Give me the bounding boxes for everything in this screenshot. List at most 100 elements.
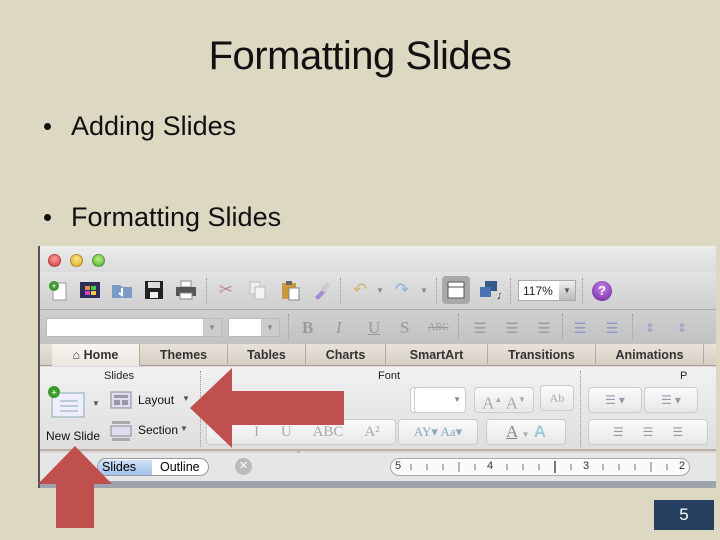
layout-button[interactable]: Layout ▼ bbox=[110, 391, 190, 412]
slide-title: Formatting Slides bbox=[208, 34, 512, 78]
undo-dropdown-icon[interactable]: ▼ bbox=[368, 278, 392, 302]
toolbar-divider bbox=[206, 278, 207, 304]
underline-button[interactable]: U bbox=[368, 318, 380, 338]
toolbar-divider bbox=[288, 314, 289, 340]
numbering-icon[interactable]: ☰ bbox=[600, 316, 624, 340]
redo-dropdown-icon[interactable]: ▼ bbox=[412, 278, 436, 302]
bullet-item: Adding Slides bbox=[44, 111, 236, 142]
layout-icon bbox=[110, 391, 132, 409]
paragraph-align-buttons[interactable]: ☰ ☰ ☰ bbox=[588, 419, 708, 445]
toolbar-divider bbox=[562, 314, 563, 340]
close-pane-icon[interactable]: ✕ bbox=[235, 458, 252, 475]
chevron-down-icon: ▼ bbox=[453, 395, 461, 404]
zoom-select[interactable]: 117% ▼ bbox=[518, 280, 576, 301]
bullet-dot-icon bbox=[44, 123, 51, 130]
tab-home[interactable]: ⌂ Home bbox=[52, 344, 140, 366]
font-color-icon: A bbox=[505, 422, 518, 441]
toolbar-divider bbox=[632, 314, 633, 340]
new-slide-label: New Slide bbox=[46, 429, 101, 443]
print-icon[interactable] bbox=[174, 278, 198, 302]
chevron-down-icon[interactable]: ▼ bbox=[92, 399, 100, 408]
media-browser-icon[interactable]: ♫ bbox=[478, 278, 502, 302]
grow-shrink-font-buttons[interactable]: A▲ A▼ bbox=[474, 387, 534, 413]
outline-pane-tab[interactable]: Outline bbox=[160, 460, 200, 474]
open-folder-icon[interactable] bbox=[110, 278, 134, 302]
normal-view-icon[interactable] bbox=[442, 276, 470, 304]
ruler-ticks bbox=[410, 461, 668, 473]
font-color-button[interactable]: A ▼ A bbox=[486, 419, 566, 445]
font-style-dropdown[interactable]: ▼ bbox=[414, 387, 466, 413]
chevron-down-icon: ▼ bbox=[180, 424, 188, 433]
paragraph-group-label: P bbox=[680, 370, 688, 382]
home-icon: ⌂ bbox=[72, 348, 81, 362]
chevron-down-icon: ▼ bbox=[182, 394, 190, 403]
format-painter-icon[interactable] bbox=[310, 278, 334, 302]
new-slide-icon: + bbox=[48, 386, 85, 418]
up-arrow-annotation bbox=[38, 446, 112, 528]
gallery-icon[interactable] bbox=[78, 278, 102, 302]
character-spacing-button[interactable]: AY▾ Aa▾ bbox=[398, 419, 478, 445]
tab-transitions[interactable]: Transitions bbox=[488, 344, 596, 366]
numbering-dropdown[interactable]: ☰ ▾ bbox=[644, 387, 698, 413]
slide-number: 5 bbox=[654, 500, 714, 530]
toolbar-divider bbox=[510, 278, 511, 304]
tab-themes[interactable]: Themes bbox=[140, 344, 228, 366]
group-divider bbox=[580, 371, 581, 447]
zoom-window-icon[interactable] bbox=[92, 254, 105, 267]
paste-icon[interactable] bbox=[278, 278, 302, 302]
font-name-input[interactable]: ▼ bbox=[46, 318, 222, 337]
chevron-down-icon[interactable]: ▼ bbox=[261, 319, 279, 336]
toolbar-divider bbox=[582, 278, 583, 304]
new-presentation-icon[interactable]: + bbox=[46, 278, 70, 302]
svg-text:+: + bbox=[51, 388, 57, 399]
chevron-down-icon[interactable]: ▼ bbox=[203, 319, 221, 336]
formatting-toolbar: ▼ ▼ B I U S ABC ☰ ☰ ☰ ☰ ☰ ⇕ ⇕ bbox=[40, 310, 716, 344]
align-right-icon[interactable]: ☰ bbox=[532, 316, 556, 340]
shadow-button[interactable]: S bbox=[400, 318, 409, 338]
ribbon-tabs: ⌂ Home Themes Tables Charts SmartArt Tra… bbox=[40, 344, 716, 366]
bullets-icon[interactable]: ☰ bbox=[568, 316, 592, 340]
section-button[interactable]: Section ▼ bbox=[110, 421, 188, 444]
horizontal-ruler[interactable]: 5 4 3 2 bbox=[390, 458, 690, 476]
align-left-icon[interactable]: ☰ bbox=[468, 316, 492, 340]
font-group-label: Font bbox=[378, 370, 401, 382]
bullet-dot-icon bbox=[44, 214, 51, 221]
redo-icon[interactable]: ↷ bbox=[390, 278, 414, 302]
tab-smartart[interactable]: SmartArt bbox=[386, 344, 488, 366]
chevron-down-icon[interactable]: ▼ bbox=[559, 281, 575, 300]
clear-formatting-button[interactable]: Ab bbox=[540, 385, 574, 411]
bullets-dropdown[interactable]: ☰ ▾ bbox=[588, 387, 642, 413]
bold-button[interactable]: B bbox=[302, 318, 313, 338]
tab-animations[interactable]: Animations bbox=[596, 344, 704, 366]
copy-icon[interactable] bbox=[246, 278, 270, 302]
standard-toolbar: + ✂ ↶ ▼ ↷ ▼ ♫ bbox=[40, 272, 716, 310]
toolbar-divider bbox=[458, 314, 459, 340]
tab-tables[interactable]: Tables bbox=[228, 344, 306, 366]
italic-button[interactable]: I bbox=[336, 318, 342, 338]
font-size-input[interactable]: ▼ bbox=[228, 318, 280, 337]
section-label: Section bbox=[138, 423, 179, 437]
tab-charts[interactable]: Charts bbox=[306, 344, 386, 366]
new-slide-button[interactable]: + ▼ New Slide bbox=[46, 385, 104, 447]
left-arrow-annotation bbox=[190, 368, 344, 448]
section-icon bbox=[110, 421, 132, 441]
increase-spacing-icon[interactable]: ⇕ bbox=[638, 316, 662, 340]
layout-label: Layout bbox=[138, 393, 175, 407]
help-icon[interactable]: ? bbox=[592, 281, 612, 301]
powerpoint-screenshot: + ✂ ↶ ▼ ↷ ▼ ♫ bbox=[38, 246, 716, 488]
align-center-icon[interactable]: ☰ bbox=[500, 316, 524, 340]
bullet-text: Adding Slides bbox=[71, 111, 237, 141]
decrease-spacing-icon[interactable]: ⇕ bbox=[670, 316, 694, 340]
minimize-window-icon[interactable] bbox=[70, 254, 83, 267]
strikethrough-button[interactable]: ABC bbox=[428, 322, 449, 333]
cut-icon[interactable]: ✂ bbox=[214, 278, 238, 302]
save-icon[interactable] bbox=[142, 278, 166, 302]
chevron-down-icon: ▼ bbox=[521, 430, 530, 439]
pane-view-toggle: Slides Outline bbox=[97, 458, 209, 476]
editor-area bbox=[40, 481, 716, 488]
ribbon-home: Slides + ▼ New Slide Layout ▼ Section ▼ … bbox=[40, 367, 716, 464]
bullet-text: Formatting Slides bbox=[71, 202, 282, 232]
bullet-item: Formatting Slides bbox=[44, 202, 281, 233]
close-window-icon[interactable] bbox=[48, 254, 61, 267]
tab-label: Home bbox=[83, 348, 119, 362]
